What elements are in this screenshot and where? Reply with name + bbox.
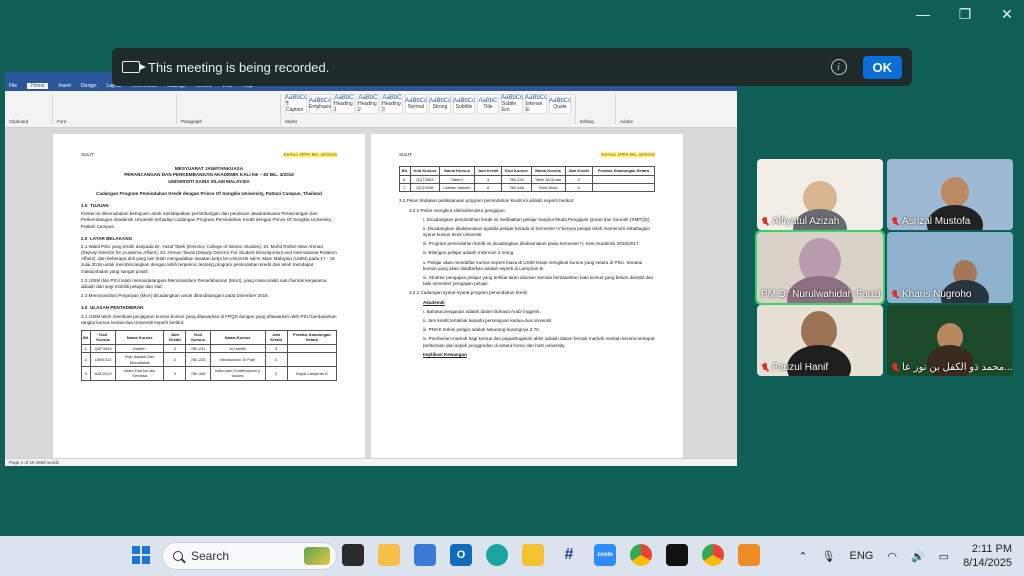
participant-gallery: Alfiyatul Azizah Asrizal Mustofa PM Dr N… xyxy=(755,159,1013,378)
document-page-1: SULIT Kertas JPPA BIL 40/2016 MESYUARAT … xyxy=(53,134,365,464)
style-heading-1[interactable]: AaBbC Heading 1 xyxy=(333,94,355,114)
ribbon-group-adobe: Adobe xyxy=(620,119,634,124)
mic-muted-icon xyxy=(891,289,899,300)
tab-insert[interactable]: Insert xyxy=(58,83,71,89)
search-placeholder: Search xyxy=(191,549,230,563)
ribbon-group-editing: Editing xyxy=(580,94,616,124)
style-subtle-em[interactable]: AaBbCc Subtle Em. xyxy=(501,94,523,114)
participant-tile-active-speaker[interactable]: PM Dr Nurulwahidah Fauzi xyxy=(755,230,885,305)
course-table: Bil. Kod Kursus Nama Kursus Jam Kredit Kod K… xyxy=(80,329,338,381)
folder-icon[interactable] xyxy=(522,544,544,566)
search-highlight-icon xyxy=(304,547,330,565)
ribbon-group-styles: AaBbCc ¶ Caption AaBbCc Emphasis AaBbC Head… xyxy=(285,94,576,124)
word-status-bar: Page 1 of 19 4658 words xyxy=(5,458,737,466)
taskbar: Search O # zoom ⌃ 🎙 ENG ◠ 🔊 ▭ 2:11 PM 8/… xyxy=(0,536,1024,576)
style-caption[interactable]: AaBbCc ¶ Caption xyxy=(285,94,307,114)
taskbar-apps: O # zoom xyxy=(342,544,760,566)
table-row: 6. QQT3053 Tafsir II 3 780-230 Tafsir Al-Qura… xyxy=(399,174,656,184)
mic-muted-icon xyxy=(891,362,899,373)
page-label: SULIT xyxy=(399,152,413,157)
section-text: 3.1 USIM telah membuat penjajaran kursus… xyxy=(81,313,337,325)
style-strong[interactable]: AaBbCc Strong xyxy=(429,94,451,114)
recording-message: This meeting is being recorded. xyxy=(148,59,330,75)
section-text: Kertas ini dikemukakan bertujuan untuk m… xyxy=(81,211,332,229)
ok-button[interactable]: OK xyxy=(862,55,902,79)
section-heading: 3.0 ULASAN PENTADBIRAN xyxy=(81,305,144,311)
table-row: 3. AAC2013 Islam Dan Isu-isu Semasa 3 780-33… xyxy=(80,365,338,381)
page-2-body: 3.2 Pelan tindakan pelaksanaan program p… xyxy=(399,198,655,357)
capcut-icon[interactable] xyxy=(666,544,688,566)
ribbon-group-paragraph: Paragraph xyxy=(181,94,281,124)
section-heading: 1.0 TUJUAN xyxy=(81,202,109,208)
chrome-profile-icon[interactable] xyxy=(702,544,724,566)
style-heading-3[interactable]: AaBbC Heading 3 xyxy=(381,94,403,114)
windows-start-icon[interactable] xyxy=(132,546,150,564)
battery-icon[interactable]: ▭ xyxy=(939,550,949,563)
sticky-notes-icon[interactable] xyxy=(378,544,400,566)
tab-file[interactable]: File xyxy=(9,83,17,89)
document-page-2: SULIT Kertas JPPA BIL 40/2016 Bil. Kod Ku… xyxy=(371,134,683,464)
ribbon-group-font: Font xyxy=(57,94,177,124)
participant-tile[interactable]: Alfiyatul Azizah xyxy=(757,159,883,230)
page-label: SULIT xyxy=(81,152,95,157)
participant-video xyxy=(941,177,969,207)
participant-tile[interactable]: Asrizal Mustofa xyxy=(887,159,1013,230)
style-normal[interactable]: AaBbCc Normal xyxy=(405,94,427,114)
clock[interactable]: 2:11 PM 8/14/2025 xyxy=(963,542,1012,571)
whiteboard-icon[interactable] xyxy=(414,544,436,566)
section-text: 2.3 Memorandum Perjanjian (MoA) dicadang… xyxy=(81,293,269,299)
style-quote[interactable]: AaBbCc Quote xyxy=(549,94,571,114)
document-canvas: SULIT Kertas JPPA BIL 40/2016 MESYUARAT … xyxy=(5,128,737,464)
page-reference: Kertas JPPA BIL 40/2016 xyxy=(601,152,655,159)
system-tray: ⌃ 🎙 ENG ◠ 🔊 ▭ 2:11 PM 8/14/2025 xyxy=(798,536,1012,576)
pdf-app-icon[interactable] xyxy=(738,544,760,566)
hashtag-icon[interactable]: # xyxy=(558,544,580,566)
speaker-icon[interactable]: 🔊 xyxy=(911,550,925,563)
section-heading: 2.0 LATAR BELAKANG xyxy=(81,235,133,241)
close-button[interactable]: ✕ xyxy=(998,6,1016,23)
window-controls: — ❐ ✕ xyxy=(914,6,1016,23)
document-subtitle: Cadangan Program Pemindahan Kredit denga… xyxy=(96,190,322,196)
shared-screen-word: File Home Insert Design Layout Reference… xyxy=(5,72,737,466)
restore-button[interactable]: ❐ xyxy=(956,6,974,23)
mic-muted-icon xyxy=(761,362,769,373)
participant-tile[interactable]: محمد ذو الكفل بن نور عا... xyxy=(887,305,1013,376)
ribbon-group-clipboard: Clipboard xyxy=(9,94,53,124)
style-heading-2[interactable]: AaBbC Heading 2 xyxy=(357,94,379,114)
style-title[interactable]: AaBbC Title xyxy=(477,94,499,114)
section-text: 2.1 Wakil PSU yang terdiri daripada Dr. … xyxy=(81,243,337,274)
widgets-icon[interactable] xyxy=(342,544,364,566)
style-subtitle[interactable]: AaBbCc Subtitle xyxy=(453,94,475,114)
table-row: 2. LBH1012 Fiqh Ibadah Dan Munakahat 2 780-2… xyxy=(80,352,338,367)
style-emphasis[interactable]: AaBbCc Emphasis xyxy=(309,94,331,114)
participant-tile[interactable]: Fauzul Hanif xyxy=(757,305,883,376)
style-intense-e[interactable]: AaBbCc Intense E. xyxy=(525,94,547,114)
table-row: 1. QSF3043 Hadith I 3 780-231 Al-Hadith 3 xyxy=(80,343,338,354)
tab-home[interactable]: Home xyxy=(27,83,49,89)
chevron-up-icon[interactable]: ⌃ xyxy=(798,550,807,563)
section-text: 2.2 USIM dan PSU telah menandatangani Me… xyxy=(81,277,327,289)
zoom-icon[interactable]: zoom xyxy=(594,544,616,566)
taskbar-search[interactable]: Search xyxy=(162,542,337,570)
chrome-icon[interactable] xyxy=(630,544,652,566)
recording-banner: This meeting is being recorded. i OK xyxy=(112,48,912,86)
tab-design[interactable]: Design xyxy=(81,83,97,89)
mic-muted-icon xyxy=(891,216,899,227)
participant-tile[interactable]: Kharis Nugroho xyxy=(887,232,1013,303)
page-reference: Kertas JPPA BIL 40/2016 xyxy=(283,152,337,159)
word-ribbon: Clipboard Font Paragraph AaBbCc ¶ Caption… xyxy=(5,91,737,128)
document-title: MESYUARAT JAWATANKUASA PERANCANGAN DAN P… xyxy=(124,166,294,184)
minimize-button[interactable]: — xyxy=(914,6,932,23)
edge-icon[interactable] xyxy=(486,544,508,566)
video-camera-icon xyxy=(122,61,146,73)
course-table: Bil. Kod Kursus Nama Kursus Jam Kredit Kod K… xyxy=(399,166,656,193)
language-indicator[interactable]: ENG xyxy=(850,550,874,562)
outlook-icon[interactable]: O xyxy=(450,544,472,566)
microphone-icon[interactable]: 🎙 xyxy=(822,550,836,563)
search-icon xyxy=(173,551,183,561)
wifi-icon[interactable]: ◠ xyxy=(887,550,897,563)
info-icon[interactable]: i xyxy=(830,59,847,75)
table-row: 7. QUZ4036 Latihan Industri 6 780-446 Field W… xyxy=(399,182,656,193)
mic-muted-icon xyxy=(761,216,769,227)
